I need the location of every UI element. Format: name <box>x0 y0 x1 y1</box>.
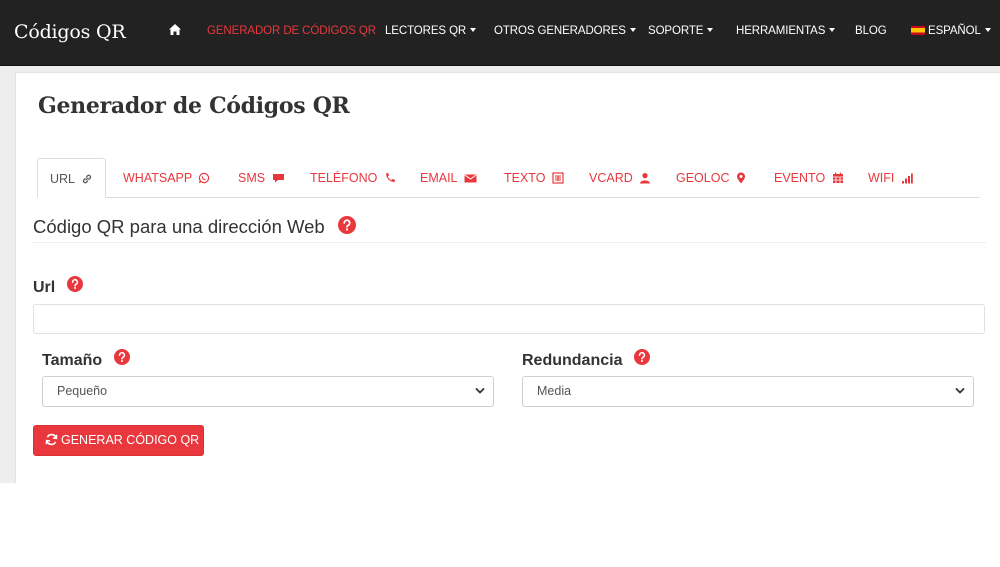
refresh-icon <box>45 433 58 446</box>
help-icon[interactable] <box>633 349 650 365</box>
nav-language[interactable]: ESPAÑOL <box>911 25 991 37</box>
section-divider <box>33 242 986 243</box>
caret-down-icon <box>829 28 836 32</box>
nav-lectores-qr[interactable]: LECTORES QR <box>385 25 477 37</box>
link-icon <box>82 174 92 184</box>
top-navbar: Códigos QR GENERADOR DE CÓDIGOS QR LECTO… <box>0 0 1000 66</box>
nav-herramientas[interactable]: HERRAMIENTAS <box>736 25 836 37</box>
help-icon[interactable] <box>66 276 83 292</box>
tab-telefono[interactable]: TELÉFONO <box>310 158 396 198</box>
tab-wifi[interactable]: WIFI <box>868 158 913 198</box>
generate-qr-button[interactable]: GENERAR CÓDIGO QR <box>33 425 204 456</box>
page-title: Generador de Códigos QR <box>38 93 350 119</box>
home-icon[interactable] <box>167 22 183 38</box>
url-label: Url <box>33 276 83 297</box>
nav-otros-generadores[interactable]: OTROS GENERADORES <box>494 25 636 37</box>
caret-down-icon <box>984 28 991 32</box>
size-label: Tamaño <box>42 349 130 370</box>
help-icon[interactable] <box>337 216 356 234</box>
nav-generador[interactable]: GENERADOR DE CÓDIGOS QR <box>207 25 376 37</box>
content-panel <box>15 72 1000 483</box>
redundancy-select[interactable]: Media <box>522 376 974 407</box>
size-select[interactable]: Pequeño <box>42 376 494 407</box>
tab-sms[interactable]: SMS <box>238 158 285 198</box>
tab-geoloc[interactable]: GEOLOC <box>676 158 746 198</box>
user-icon <box>640 173 651 184</box>
whatsapp-icon <box>199 172 210 184</box>
caret-down-icon <box>629 28 636 32</box>
tab-email[interactable]: EMAIL <box>420 158 477 198</box>
tab-whatsapp[interactable]: WHATSAPP <box>123 158 210 198</box>
caret-down-icon <box>470 28 477 32</box>
help-icon[interactable] <box>113 349 130 365</box>
calendar-icon <box>832 172 843 183</box>
caret-down-icon <box>707 28 714 32</box>
map-marker-icon <box>736 172 745 184</box>
tab-evento[interactable]: EVENTO <box>774 158 844 198</box>
nav-blog[interactable]: BLOG <box>855 25 887 37</box>
chevron-down-icon <box>955 387 965 394</box>
tab-url[interactable]: URL <box>37 158 106 198</box>
brand-logo[interactable]: Códigos QR <box>14 21 126 43</box>
text-box-icon <box>552 172 564 184</box>
nav-soporte[interactable]: SOPORTE <box>648 25 714 37</box>
spain-flag-icon <box>911 26 925 35</box>
phone-icon <box>386 173 395 182</box>
redundancy-label: Redundancia <box>522 349 650 370</box>
chevron-down-icon <box>475 387 485 394</box>
envelope-icon <box>464 174 477 183</box>
comment-icon <box>272 174 284 183</box>
signal-icon <box>901 173 913 184</box>
tab-texto[interactable]: TEXTO <box>504 158 564 198</box>
tab-vcard[interactable]: VCARD <box>589 158 651 198</box>
url-input[interactable] <box>33 304 985 334</box>
section-title: Código QR para una dirección Web <box>33 216 356 238</box>
